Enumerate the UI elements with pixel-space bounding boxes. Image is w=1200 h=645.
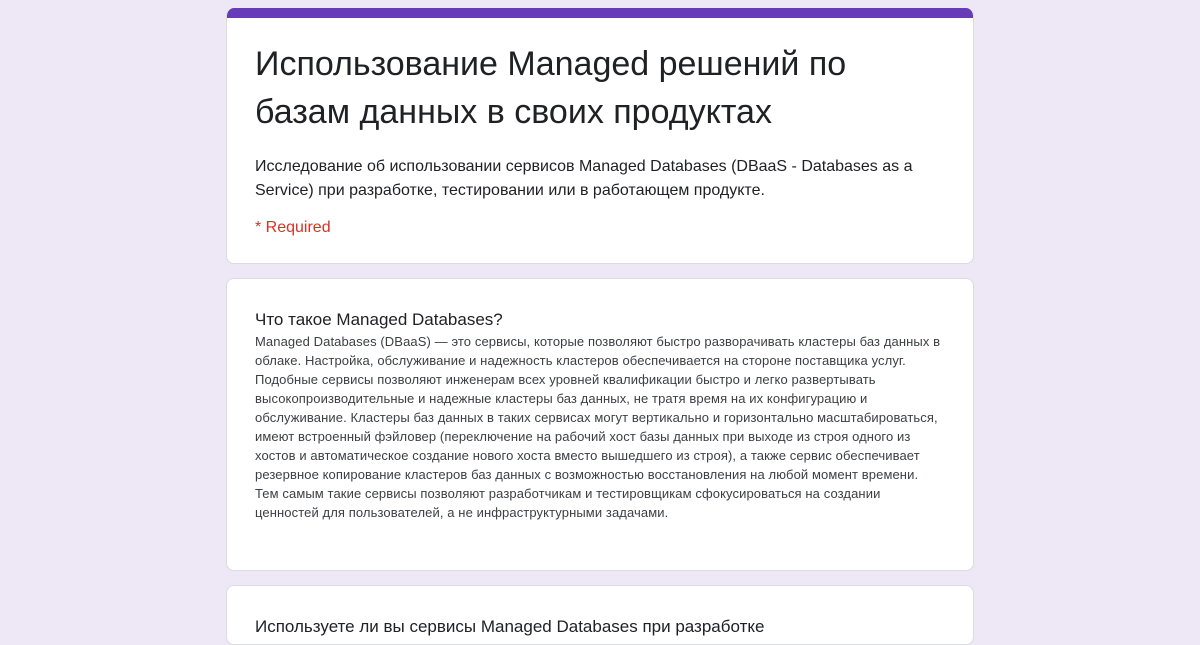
form-column: Использование Managed решений по базам д…	[226, 8, 974, 645]
accent-bar	[227, 8, 973, 18]
form-description: Исследование об использовании сервисов M…	[255, 158, 913, 199]
question-title: Используете ли вы сервисы Managed Databa…	[255, 617, 765, 636]
section-description: Managed Databases (DBaaS) — это сервисы,…	[255, 334, 941, 520]
section-card: Что такое Managed Databases? Managed Dat…	[226, 278, 974, 571]
section-content: Что такое Managed Databases? Managed Dat…	[227, 279, 973, 522]
question-card[interactable]: Используете ли вы сервисы Managed Databa…	[226, 585, 974, 645]
question-content: Используете ли вы сервисы Managed Databa…	[227, 586, 973, 639]
section-title: Что такое Managed Databases?	[255, 310, 503, 329]
form-header-content: Использование Managed решений по базам д…	[227, 18, 973, 240]
required-note: * Required	[255, 219, 331, 236]
form-header-card: Использование Managed решений по базам д…	[226, 8, 974, 264]
form-title: Использование Managed решений по базам д…	[255, 45, 847, 131]
